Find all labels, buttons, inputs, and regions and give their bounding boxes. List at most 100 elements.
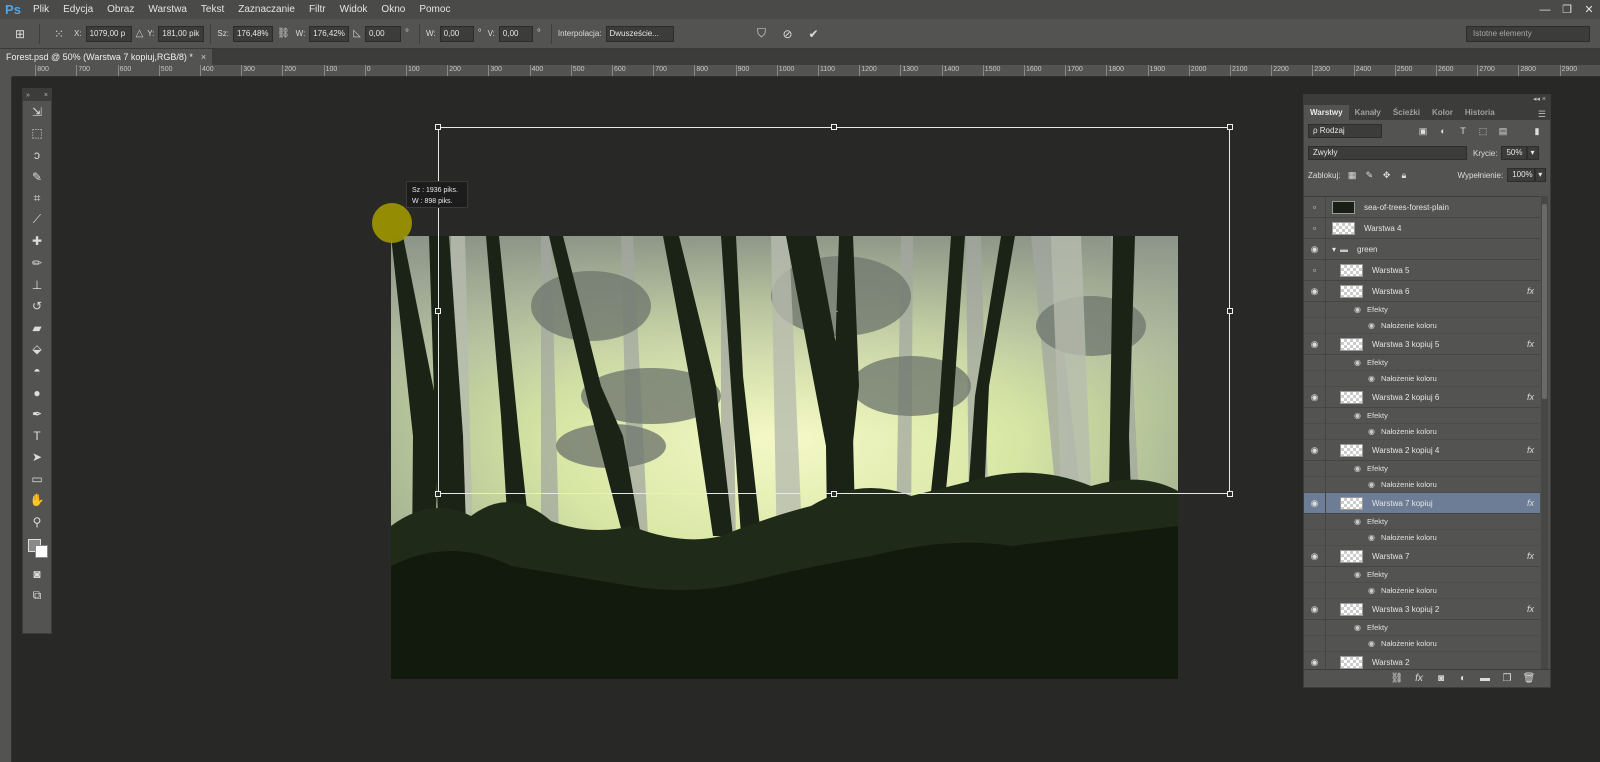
tab-kolor[interactable]: Kolor — [1426, 105, 1459, 120]
visibility-toggle[interactable] — [1304, 513, 1326, 530]
menu-filtr[interactable]: Filtr — [302, 0, 333, 19]
new-group-icon[interactable]: ▬ — [1474, 673, 1496, 684]
fx-icon[interactable]: fx — [1527, 392, 1534, 402]
lock-all-icon[interactable]: 🔒︎ — [1398, 168, 1409, 182]
canvas-image[interactable] — [391, 236, 1178, 679]
group-expand-icon[interactable]: ▾ — [1332, 245, 1336, 254]
opacity-field[interactable]: 50% — [1501, 146, 1528, 160]
cancel-transform-icon[interactable]: ⊘ — [780, 26, 796, 42]
horizontal-ruler[interactable]: 9008007006005004003002001000100200300400… — [12, 65, 1600, 77]
visibility-toggle[interactable] — [1304, 370, 1326, 387]
visibility-toggle[interactable] — [1304, 301, 1326, 318]
effect-color-overlay[interactable]: ◉ Nałożenie koloru — [1304, 476, 1540, 493]
menu-plik[interactable]: Plik — [26, 0, 56, 19]
panel-menu-icon[interactable]: ☰ — [1538, 109, 1546, 120]
workspace-select[interactable]: Istotne elementy — [1466, 26, 1590, 42]
marquee-icon[interactable]: ⬚ — [23, 123, 51, 145]
eraser-icon[interactable]: ▰ — [23, 317, 51, 339]
dodge-icon[interactable]: ● — [23, 382, 51, 404]
link-layers-icon[interactable]: ⛓ — [1386, 673, 1408, 684]
document-tab[interactable]: Forest.psd @ 50% (Warstwa 7 kopiuj,RGB/8… — [0, 49, 213, 65]
eye-icon[interactable]: ◉ — [1354, 623, 1361, 632]
menu-tekst[interactable]: Tekst — [194, 0, 231, 19]
transform-tool-icon[interactable]: ⊞ — [12, 26, 28, 42]
new-layer-icon[interactable]: ❐ — [1496, 673, 1518, 684]
reference-point-icon[interactable]: ⁙ — [51, 26, 67, 42]
stamp-icon[interactable]: ⊥ — [23, 274, 51, 296]
visibility-toggle[interactable]: ▫ — [1304, 197, 1326, 218]
eye-icon[interactable]: ◉ — [1304, 545, 1326, 567]
menu-pomoc[interactable]: Pomoc — [412, 0, 457, 19]
close-panel-icon[interactable]: × — [44, 92, 48, 99]
tab-kanaly[interactable]: Kanały — [1349, 105, 1387, 120]
menu-edycja[interactable]: Edycja — [56, 0, 100, 19]
lock-pixels-icon[interactable]: ✎ — [1364, 168, 1375, 182]
blend-mode-select[interactable]: Zwykły — [1308, 146, 1467, 160]
effect-color-overlay[interactable]: ◉ Nałożenie koloru — [1304, 635, 1540, 652]
layer-row[interactable]: ◉ Warstwa 7 fx — [1304, 545, 1540, 567]
color-swatches[interactable] — [23, 533, 51, 563]
effect-color-overlay[interactable]: ◉ Nałożenie koloru — [1304, 370, 1540, 387]
visibility-toggle[interactable] — [1304, 460, 1326, 477]
effects-row[interactable]: ◉ Efekty — [1304, 407, 1540, 424]
x-field[interactable]: 1079,00 p — [85, 25, 132, 42]
eye-icon[interactable]: ◉ — [1304, 280, 1326, 302]
brush-icon[interactable]: ✏ — [23, 252, 51, 274]
trash-icon[interactable]: 🗑︎ — [1518, 673, 1540, 684]
handle-bottom-right[interactable] — [1227, 491, 1233, 497]
handle-top-right[interactable] — [1227, 124, 1233, 130]
effects-row[interactable]: ◉ Efekty — [1304, 460, 1540, 477]
layer-row[interactable]: ◉ Warstwa 7 kopiuj fx — [1304, 492, 1540, 514]
eye-icon[interactable]: ◉ — [1354, 570, 1361, 579]
ruler-corner[interactable] — [0, 65, 12, 77]
tab-sciezki[interactable]: Ścieżki — [1387, 105, 1426, 120]
effects-row[interactable]: ◉ Efekty — [1304, 354, 1540, 371]
visibility-toggle[interactable] — [1304, 317, 1326, 334]
vskew-field[interactable]: 0,00 — [498, 25, 533, 42]
vertical-ruler[interactable] — [0, 77, 12, 762]
path-select-icon[interactable]: ➤ — [23, 447, 51, 469]
eye-icon[interactable]: ◉ — [1304, 386, 1326, 408]
warp-icon[interactable]: ⛉ — [754, 26, 770, 42]
type-icon[interactable]: T — [23, 425, 51, 447]
maximize-button[interactable]: ❐ — [1556, 0, 1578, 19]
quick-mask-icon[interactable]: ◙ — [23, 563, 51, 585]
visibility-toggle[interactable]: ▫ — [1304, 217, 1326, 239]
eye-icon[interactable]: ◉ — [1304, 598, 1326, 620]
quick-select-icon[interactable]: ✎ — [23, 166, 51, 188]
menu-okno[interactable]: Okno — [374, 0, 412, 19]
eye-icon[interactable]: ◉ — [1368, 427, 1375, 436]
tab-historia[interactable]: Historia — [1459, 105, 1501, 120]
history-brush-icon[interactable]: ↺ — [23, 295, 51, 317]
lock-transparency-icon[interactable]: ▦ — [1346, 168, 1357, 182]
rectangle-icon[interactable]: ▭ — [23, 468, 51, 490]
visibility-toggle[interactable] — [1304, 407, 1326, 424]
pen-icon[interactable]: ✒ — [23, 403, 51, 425]
visibility-toggle[interactable] — [1304, 566, 1326, 583]
handle-middle-right[interactable] — [1227, 308, 1233, 314]
tab-warstwy[interactable]: Warstwy — [1304, 105, 1349, 120]
eye-icon[interactable]: ◉ — [1354, 464, 1361, 473]
lock-position-icon[interactable]: ✥ — [1381, 168, 1392, 182]
layers-scrollbar[interactable] — [1541, 196, 1548, 669]
reference-point-crosshair[interactable]: ✛ — [830, 307, 838, 318]
visibility-toggle[interactable] — [1304, 635, 1326, 652]
eye-icon[interactable]: ◉ — [1304, 333, 1326, 355]
eye-icon[interactable]: ◉ — [1368, 533, 1375, 542]
visibility-toggle[interactable] — [1304, 354, 1326, 371]
eye-icon[interactable]: ◉ — [1304, 439, 1326, 461]
visibility-toggle[interactable] — [1304, 423, 1326, 440]
menu-warstwa[interactable]: Warstwa — [141, 0, 194, 19]
layer-row[interactable]: ◉ Warstwa 6 fx — [1304, 280, 1540, 302]
adjustment-layer-icon[interactable]: ◐ — [1452, 673, 1474, 684]
commit-transform-icon[interactable]: ✔ — [806, 26, 822, 42]
close-window-button[interactable]: ✕ — [1578, 0, 1600, 19]
eye-icon[interactable]: ◉ — [1354, 517, 1361, 526]
effects-row[interactable]: ◉ Efekty — [1304, 301, 1540, 318]
fill-dropdown[interactable]: ▾ — [1535, 168, 1547, 182]
visibility-toggle[interactable]: ▫ — [1304, 259, 1326, 281]
fx-icon[interactable]: fx — [1527, 286, 1534, 296]
menu-widok[interactable]: Widok — [333, 0, 375, 19]
fx-icon[interactable]: fx — [1527, 498, 1534, 508]
relative-position-icon[interactable]: △ — [136, 28, 144, 39]
